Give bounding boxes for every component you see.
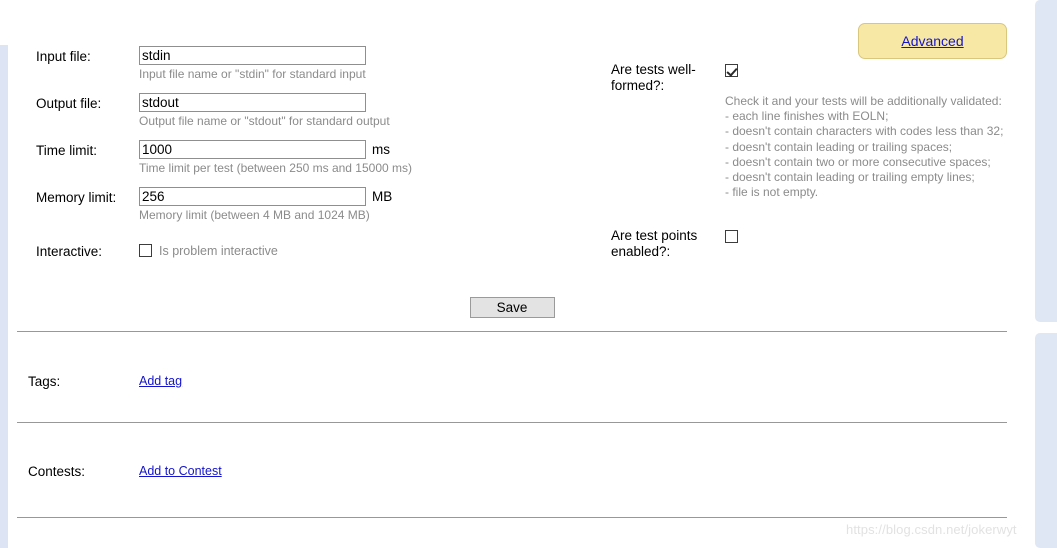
interactive-checkbox[interactable]	[139, 244, 152, 257]
save-button-container: Save	[0, 297, 1024, 318]
field-test-points-enabled: Are test points enabled?:	[611, 228, 1031, 259]
interactive-checkbox-label: Is problem interactive	[159, 243, 278, 258]
advanced-button-label: Advanced	[901, 33, 964, 49]
page-right-rail-upper[interactable]	[1035, 0, 1057, 322]
save-button[interactable]: Save	[469, 297, 555, 318]
output-file-label: Output file:	[36, 96, 102, 111]
time-limit-field[interactable]	[139, 140, 366, 159]
memory-limit-hint: Memory limit (between 4 MB and 1024 MB)	[139, 208, 370, 222]
field-input-file: Input file: Input file name or "stdin" f…	[36, 46, 596, 82]
add-to-contest-link[interactable]: Add to Contest	[139, 464, 222, 478]
hint-line-1: - each line finishes with EOLN;	[725, 109, 889, 124]
output-file-hint: Output file name or "stdout" for standar…	[139, 114, 390, 128]
advanced-button[interactable]: Advanced	[858, 23, 1007, 59]
tests-well-formed-hint: Check it and your tests will be addition…	[725, 94, 1031, 200]
test-points-enabled-label: Are test points enabled?:	[611, 228, 698, 260]
memory-limit-label: Memory limit:	[36, 190, 117, 205]
input-file-hint: Input file name or "stdin" for standard …	[139, 67, 366, 81]
hint-line-4: - doesn't contain two or more consecutiv…	[725, 154, 991, 169]
field-interactive: Interactive: Is problem interactive	[36, 241, 596, 260]
add-tag-link[interactable]: Add tag	[139, 374, 182, 388]
problem-settings-page: Advanced Input file: Input file name or …	[0, 0, 1057, 548]
watermark-text: https://blog.csdn.net/jokerwyt	[846, 522, 1017, 537]
problem-properties-form: Input file: Input file name or "stdin" f…	[36, 46, 596, 271]
tags-label: Tags:	[28, 374, 61, 389]
contests-label: Contests:	[28, 464, 86, 479]
time-limit-hint: Time limit per test (between 250 ms and …	[139, 161, 413, 175]
input-file-field[interactable]	[139, 46, 366, 65]
time-limit-label: Time limit:	[36, 143, 97, 158]
hint-line-5: - doesn't contain leading or trailing em…	[725, 170, 975, 185]
test-points-enabled-checkbox[interactable]	[725, 230, 738, 244]
tests-well-formed-label: Are tests well-formed?:	[611, 62, 696, 93]
tests-well-formed-checkbox[interactable]	[725, 64, 738, 77]
page-right-rail-lower[interactable]	[1035, 333, 1057, 548]
field-memory-limit: Memory limit: MB Memory limit (between 4…	[36, 187, 596, 223]
input-file-label: Input file:	[36, 49, 91, 64]
hint-line-2: - doesn't contain characters with codes …	[725, 124, 1004, 139]
time-limit-unit: ms	[372, 142, 390, 157]
hint-line-3: - doesn't contain leading or trailing sp…	[725, 139, 953, 154]
test-validation-options: Are tests well-formed?: Check it and you…	[611, 62, 1031, 259]
field-time-limit: Time limit: ms Time limit per test (betw…	[36, 140, 596, 176]
memory-limit-unit: MB	[372, 189, 393, 204]
divider-above-tags	[17, 331, 1007, 332]
output-file-field[interactable]	[139, 93, 366, 112]
interactive-label: Interactive:	[36, 244, 103, 259]
divider-bottom	[17, 517, 1007, 518]
field-tests-well-formed: Are tests well-formed?: Check it and you…	[611, 62, 1031, 200]
hint-intro: Check it and your tests will be addition…	[725, 94, 1002, 108]
divider-above-contests	[17, 422, 1007, 423]
field-output-file: Output file: Output file name or "stdout…	[36, 93, 596, 129]
memory-limit-field[interactable]	[139, 187, 366, 206]
hint-line-6: - file is not empty.	[725, 185, 819, 200]
